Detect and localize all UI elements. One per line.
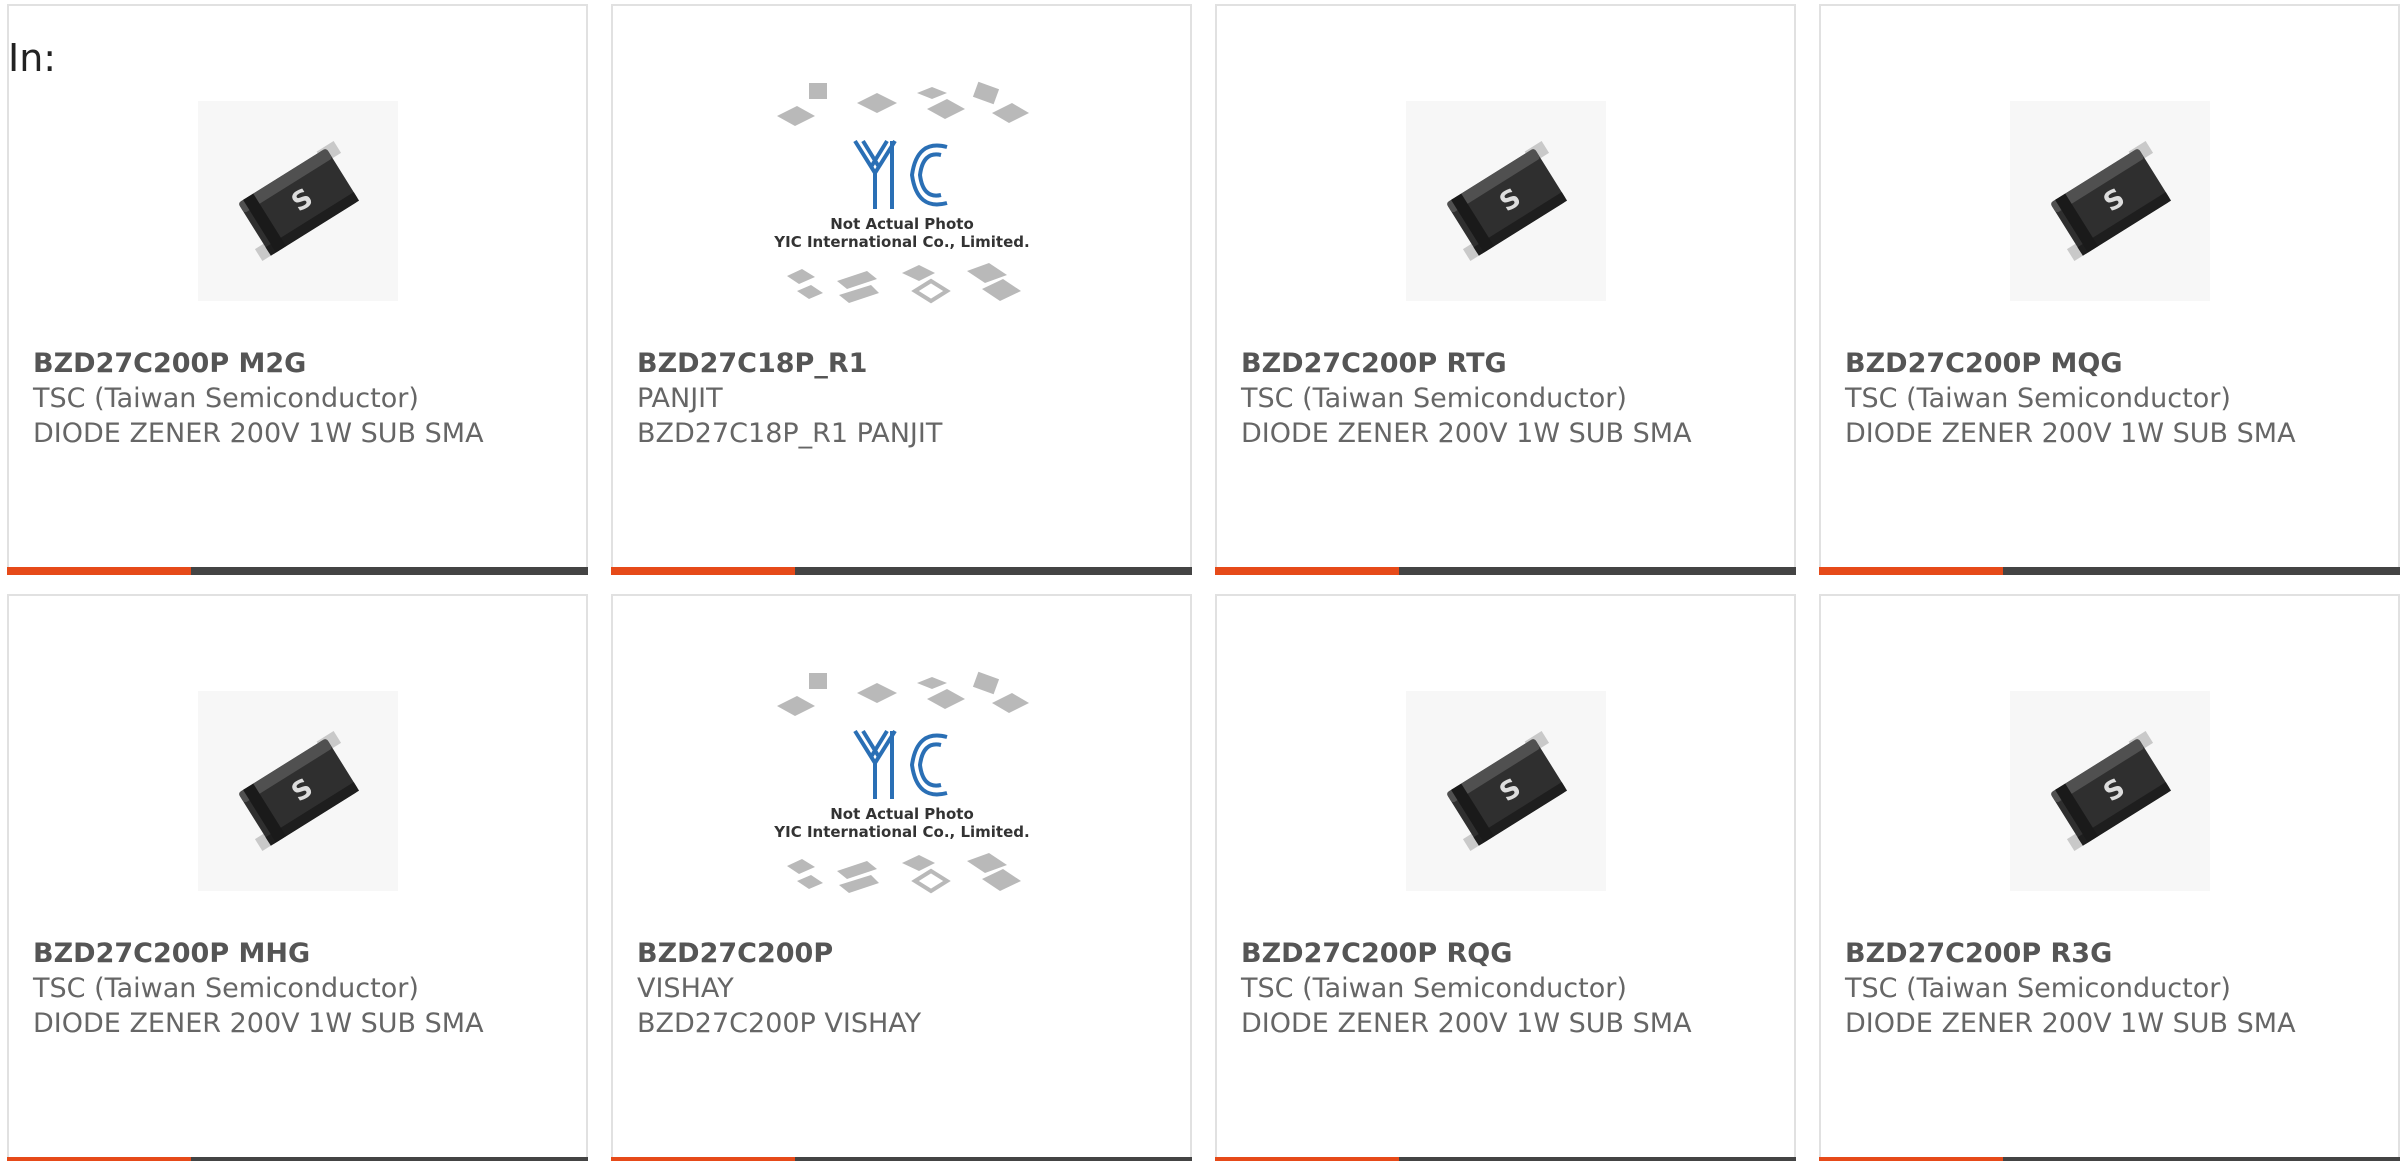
product-info: BZD27C200P VISHAY BZD27C200P VISHAY bbox=[637, 936, 1174, 1041]
card-accent-bar bbox=[611, 1157, 795, 1161]
product-card[interactable]: S BZD27C200P RQG TSC (Taiwan Semiconducto… bbox=[1215, 594, 1796, 1161]
placeholder-line-2: YIC International Co., Limited. bbox=[773, 233, 1029, 251]
yic-placeholder-icon[interactable]: Not Actual Photo YIC International Co., … bbox=[613, 656, 1190, 926]
part-number-link[interactable]: BZD27C18P_R1 bbox=[637, 346, 1174, 381]
manufacturer-text: TSC (Taiwan Semiconductor) bbox=[33, 383, 419, 414]
part-number-link[interactable]: BZD27C200P RQG bbox=[1241, 936, 1778, 971]
manufacturer-text: TSC (Taiwan Semiconductor) bbox=[1241, 973, 1627, 1004]
product-info: BZD27C200P R3G TSC (Taiwan Semiconductor)… bbox=[1845, 936, 2382, 1041]
product-info: BZD27C200P RTG TSC (Taiwan Semiconductor)… bbox=[1241, 346, 1778, 451]
manufacturer-text: PANJIT bbox=[637, 383, 723, 414]
card-accent-bar bbox=[1215, 1157, 1399, 1161]
part-number-link[interactable]: BZD27C200P R3G bbox=[1845, 936, 2382, 971]
card-accent-bar bbox=[1819, 567, 2003, 575]
manufacturer-text: TSC (Taiwan Semiconductor) bbox=[1845, 973, 2231, 1004]
product-card[interactable]: Not Actual Photo YIC International Co., … bbox=[611, 594, 1192, 1161]
card-bottom-bar bbox=[1215, 1157, 1796, 1161]
product-results-page: In: S BZD27C200P M2G TSC (Taiwan Semicond… bbox=[0, 0, 2400, 1161]
placeholder-line-1: Not Actual Photo bbox=[830, 215, 974, 233]
description-text: DIODE ZENER 200V 1W SUB SMA bbox=[33, 418, 484, 449]
card-accent-bar bbox=[611, 567, 795, 575]
product-info: BZD27C200P MHG TSC (Taiwan Semiconductor)… bbox=[33, 936, 570, 1041]
in-heading: In: bbox=[8, 36, 57, 80]
product-info: BZD27C200P RQG TSC (Taiwan Semiconductor)… bbox=[1241, 936, 1778, 1041]
product-card[interactable]: S BZD27C200P M2G TSC (Taiwan Semiconducto… bbox=[7, 4, 588, 575]
tsc-sma-diode-icon[interactable]: S bbox=[1217, 66, 1794, 336]
part-number-link[interactable]: BZD27C200P bbox=[637, 936, 1174, 971]
description-text: BZD27C200P VISHAY bbox=[637, 1008, 922, 1039]
tsc-sma-diode-icon[interactable]: S bbox=[9, 66, 586, 336]
product-card[interactable]: Not Actual Photo YIC International Co., … bbox=[611, 4, 1192, 575]
description-text: DIODE ZENER 200V 1W SUB SMA bbox=[33, 1008, 484, 1039]
placeholder-line-2: YIC International Co., Limited. bbox=[773, 823, 1029, 841]
tsc-sma-diode-icon[interactable]: S bbox=[1821, 656, 2398, 926]
part-number-link[interactable]: BZD27C200P RTG bbox=[1241, 346, 1778, 381]
description-text: DIODE ZENER 200V 1W SUB SMA bbox=[1845, 1008, 2296, 1039]
placeholder-line-1: Not Actual Photo bbox=[830, 805, 974, 823]
part-number-link[interactable]: BZD27C200P MHG bbox=[33, 936, 570, 971]
card-bottom-bar bbox=[1819, 1157, 2400, 1161]
description-text: BZD27C18P_R1 PANJIT bbox=[637, 418, 943, 449]
part-number-link[interactable]: BZD27C200P MQG bbox=[1845, 346, 2382, 381]
card-bottom-bar bbox=[1215, 567, 1796, 575]
tsc-sma-diode-icon[interactable]: S bbox=[9, 656, 586, 926]
card-bottom-bar bbox=[611, 1157, 1192, 1161]
yic-placeholder-icon[interactable]: Not Actual Photo YIC International Co., … bbox=[613, 66, 1190, 336]
manufacturer-text: TSC (Taiwan Semiconductor) bbox=[1241, 383, 1627, 414]
product-card[interactable]: S BZD27C200P MHG TSC (Taiwan Semiconducto… bbox=[7, 594, 588, 1161]
product-card[interactable]: S BZD27C200P RTG TSC (Taiwan Semiconducto… bbox=[1215, 4, 1796, 575]
card-bottom-bar bbox=[611, 567, 1192, 575]
part-number-link[interactable]: BZD27C200P M2G bbox=[33, 346, 570, 381]
card-accent-bar bbox=[1819, 1157, 2003, 1161]
card-accent-bar bbox=[7, 1157, 191, 1161]
card-bottom-bar bbox=[1819, 567, 2400, 575]
product-grid: S BZD27C200P M2G TSC (Taiwan Semiconducto… bbox=[7, 4, 2400, 1161]
manufacturer-text: TSC (Taiwan Semiconductor) bbox=[1845, 383, 2231, 414]
tsc-sma-diode-icon[interactable]: S bbox=[1821, 66, 2398, 336]
card-bottom-bar bbox=[7, 1157, 588, 1161]
card-accent-bar bbox=[7, 567, 191, 575]
tsc-sma-diode-icon[interactable]: S bbox=[1217, 656, 1794, 926]
product-info: BZD27C200P M2G TSC (Taiwan Semiconductor)… bbox=[33, 346, 570, 451]
card-accent-bar bbox=[1215, 567, 1399, 575]
description-text: DIODE ZENER 200V 1W SUB SMA bbox=[1845, 418, 2296, 449]
product-card[interactable]: S BZD27C200P R3G TSC (Taiwan Semiconducto… bbox=[1819, 594, 2400, 1161]
product-info: BZD27C18P_R1 PANJIT BZD27C18P_R1 PANJIT bbox=[637, 346, 1174, 451]
product-info: BZD27C200P MQG TSC (Taiwan Semiconductor)… bbox=[1845, 346, 2382, 451]
description-text: DIODE ZENER 200V 1W SUB SMA bbox=[1241, 1008, 1692, 1039]
manufacturer-text: VISHAY bbox=[637, 973, 734, 1004]
card-bottom-bar bbox=[7, 567, 588, 575]
manufacturer-text: TSC (Taiwan Semiconductor) bbox=[33, 973, 419, 1004]
product-card[interactable]: S BZD27C200P MQG TSC (Taiwan Semiconducto… bbox=[1819, 4, 2400, 575]
description-text: DIODE ZENER 200V 1W SUB SMA bbox=[1241, 418, 1692, 449]
